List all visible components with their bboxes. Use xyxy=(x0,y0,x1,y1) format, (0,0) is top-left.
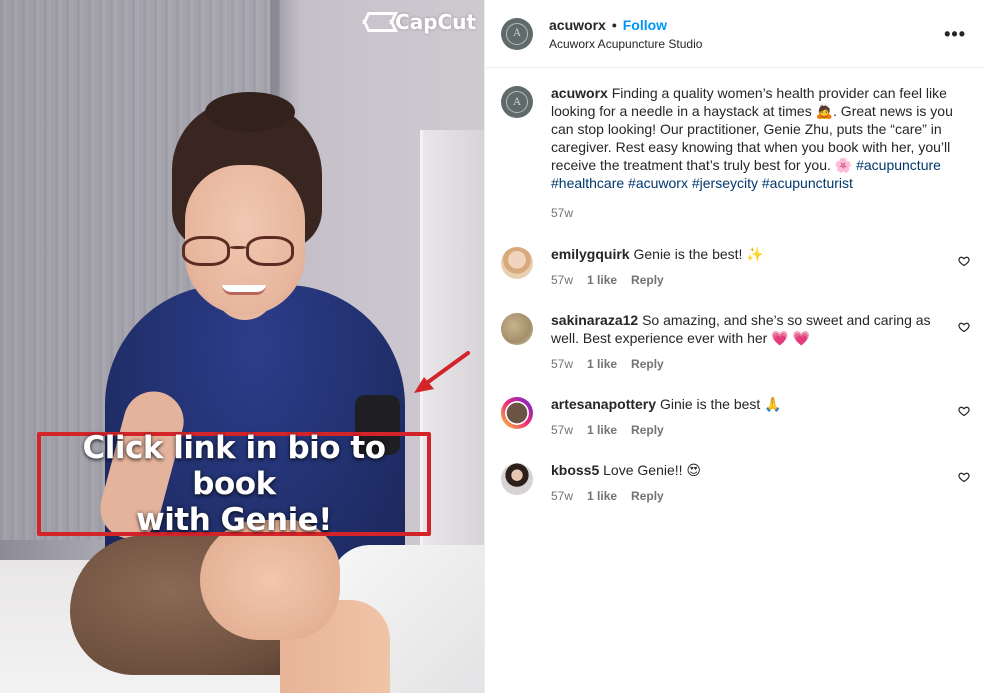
post-header: A acuworx • Follow Acuworx Acupuncture S… xyxy=(485,0,984,68)
capcut-label: CapCut xyxy=(395,10,476,34)
avatar[interactable] xyxy=(501,397,533,429)
header-text: acuworx • Follow Acuworx Acupuncture Stu… xyxy=(549,17,702,51)
comment-likes[interactable]: 1 like xyxy=(587,355,617,373)
separator-dot: • xyxy=(611,16,617,33)
avatar-logo: A xyxy=(506,22,528,45)
author-subtitle[interactable]: Acuworx Acupuncture Studio xyxy=(549,37,702,51)
caption-time[interactable]: 57w xyxy=(551,204,961,222)
avatar[interactable] xyxy=(501,463,533,495)
comment-text: Love Genie!! 😍 xyxy=(603,462,702,478)
caption-avatar-logo: A xyxy=(506,91,528,113)
cta-line-2: with Genie! xyxy=(136,502,332,538)
heart-icon[interactable] xyxy=(958,405,970,417)
practitioner-hair-bun xyxy=(205,92,295,132)
comment-meta: 57w 1 like Reply xyxy=(551,271,951,289)
heart-icon[interactable] xyxy=(958,321,970,333)
comment-likes[interactable]: 1 like xyxy=(587,421,617,439)
comment-item: emilygquirk Genie is the best! ✨ 57w 1 l… xyxy=(485,245,984,289)
comment-item: kboss5 Love Genie!! 😍 57w 1 like Reply xyxy=(485,461,984,505)
more-options-icon[interactable]: ••• xyxy=(944,24,966,45)
follow-button[interactable]: Follow xyxy=(623,17,667,33)
comment-meta: 57w 1 like Reply xyxy=(551,421,951,439)
practitioner-smile xyxy=(222,285,266,295)
cta-line-1: Click link in bio to book xyxy=(82,430,386,502)
comment-text: Genie is the best! ✨ xyxy=(633,246,764,262)
reply-button[interactable]: Reply xyxy=(631,421,664,439)
comment-body: kboss5 Love Genie!! 😍 57w 1 like Reply xyxy=(551,461,951,505)
avatar[interactable]: A xyxy=(501,17,533,50)
post-caption: A acuworx Finding a quality women’s heal… xyxy=(485,68,984,222)
comment-item: sakinaraza12 So amazing, and she’s so sw… xyxy=(485,311,984,373)
patient-face xyxy=(200,520,340,640)
avatar[interactable] xyxy=(501,313,533,345)
cta-text: Click link in bio to book with Genie! xyxy=(44,430,424,538)
comment-time[interactable]: 57w xyxy=(551,421,573,439)
comment-time[interactable]: 57w xyxy=(551,355,573,373)
comment-username[interactable]: sakinaraza12 xyxy=(551,312,638,328)
capcut-logo-icon xyxy=(365,12,389,32)
reply-button[interactable]: Reply xyxy=(631,271,664,289)
caption-avatar[interactable]: A xyxy=(501,86,533,118)
post-sidebar: A acuworx • Follow Acuworx Acupuncture S… xyxy=(484,0,984,693)
heart-icon[interactable] xyxy=(958,255,970,267)
comment-text: Ginie is the best 🙏 xyxy=(659,396,782,412)
caption-body: acuworx Finding a quality women’s health… xyxy=(551,84,961,222)
comment-username[interactable]: kboss5 xyxy=(551,462,599,478)
comment-time[interactable]: 57w xyxy=(551,271,573,289)
reply-button[interactable]: Reply xyxy=(631,487,664,505)
comment-meta: 57w 1 like Reply xyxy=(551,487,951,505)
post-media[interactable]: CapCut Click link in bio to book with Ge… xyxy=(0,0,484,693)
comment-body: artesanapottery Ginie is the best 🙏 57w … xyxy=(551,395,951,439)
reply-button[interactable]: Reply xyxy=(631,355,664,373)
caption-username[interactable]: acuworx xyxy=(551,85,608,101)
comment-body: sakinaraza12 So amazing, and she’s so sw… xyxy=(551,311,951,373)
comment-item: artesanapottery Ginie is the best 🙏 57w … xyxy=(485,395,984,439)
comment-username[interactable]: artesanapottery xyxy=(551,396,656,412)
comment-likes[interactable]: 1 like xyxy=(587,487,617,505)
comment-likes[interactable]: 1 like xyxy=(587,271,617,289)
avatar[interactable] xyxy=(501,247,533,279)
capcut-watermark: CapCut xyxy=(365,10,476,34)
comment-body: emilygquirk Genie is the best! ✨ 57w 1 l… xyxy=(551,245,951,289)
comment-meta: 57w 1 like Reply xyxy=(551,355,951,373)
author-username[interactable]: acuworx xyxy=(549,17,606,33)
cta-box: Click link in bio to book with Genie! xyxy=(37,430,431,538)
heart-icon[interactable] xyxy=(958,471,970,483)
comment-time[interactable]: 57w xyxy=(551,487,573,505)
practitioner-glasses xyxy=(180,232,300,268)
red-arrow-icon xyxy=(414,351,470,393)
comment-username[interactable]: emilygquirk xyxy=(551,246,630,262)
header-line: acuworx • Follow xyxy=(549,17,702,33)
